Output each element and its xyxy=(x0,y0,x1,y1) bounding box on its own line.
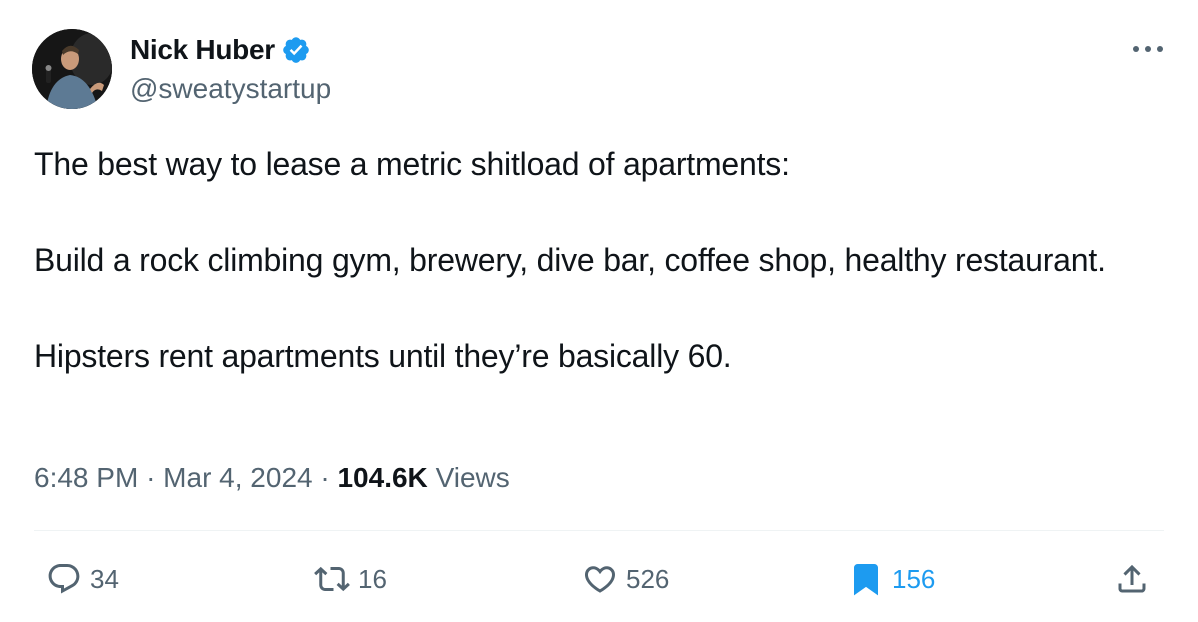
tweet-paragraph: The best way to lease a metric shitload … xyxy=(34,146,790,182)
views-count[interactable]: 104.6K xyxy=(337,462,427,493)
author-handle[interactable]: @sweatystartup xyxy=(130,73,331,105)
avatar[interactable] xyxy=(32,29,112,109)
meta-separator: · xyxy=(146,462,156,493)
tweet-time[interactable]: 6:48 PM xyxy=(34,462,138,493)
like-button[interactable]: 526 xyxy=(580,558,669,600)
tweet-meta: 6:48 PM · Mar 4, 2024 · 104.6K Views xyxy=(34,458,510,498)
reply-button[interactable]: 34 xyxy=(44,558,119,600)
divider xyxy=(34,530,1164,531)
tweet-paragraph: Hipsters rent apartments until they’re b… xyxy=(34,338,732,374)
reply-count: 34 xyxy=(90,563,119,594)
tweet-card: Nick Huber @sweatystartup The best way t… xyxy=(0,0,1198,622)
heart-icon xyxy=(580,559,620,599)
meta-separator: · xyxy=(320,462,330,493)
bookmark-button[interactable]: 156 xyxy=(846,558,935,600)
author-name[interactable]: Nick Huber xyxy=(130,34,275,66)
avatar-photo xyxy=(32,29,112,109)
repost-button[interactable]: 16 xyxy=(312,558,387,600)
share-button[interactable] xyxy=(1112,558,1152,600)
verified-badge-icon[interactable] xyxy=(281,35,311,65)
like-count: 526 xyxy=(626,563,670,594)
reply-icon xyxy=(44,559,84,599)
share-icon xyxy=(1112,559,1152,599)
tweet-date[interactable]: Mar 4, 2024 xyxy=(163,462,312,493)
views-label: Views xyxy=(435,462,510,493)
bookmark-count: 156 xyxy=(892,563,936,594)
author-name-row: Nick Huber xyxy=(130,30,311,70)
repost-count: 16 xyxy=(358,563,387,594)
bookmark-icon xyxy=(846,559,886,599)
tweet-paragraph: Build a rock climbing gym, brewery, dive… xyxy=(34,242,1106,278)
ellipsis-icon xyxy=(1133,46,1163,52)
tweet-text: The best way to lease a metric shitload … xyxy=(34,140,1154,380)
repost-icon xyxy=(312,559,352,599)
more-options-button[interactable] xyxy=(1128,34,1168,64)
